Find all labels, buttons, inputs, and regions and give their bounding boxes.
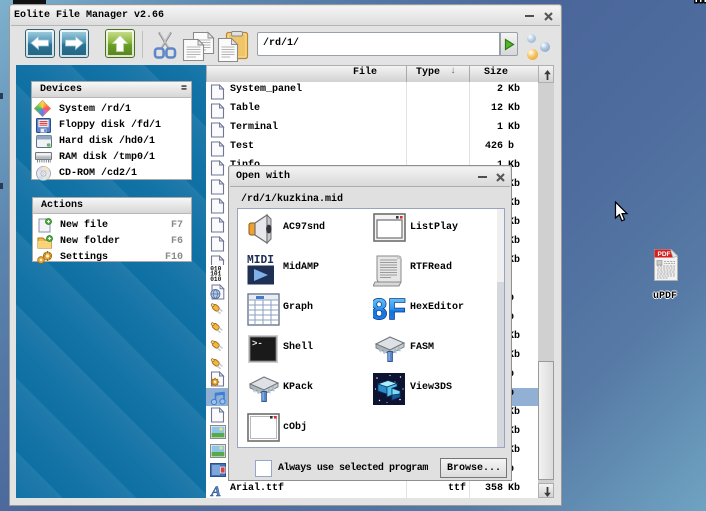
svg-text:F: F: [388, 294, 406, 323]
svg-text:MIDI: MIDI: [247, 254, 274, 267]
svg-text:A: A: [210, 484, 221, 498]
svg-text:8: 8: [373, 294, 387, 323]
svg-text:010: 010: [210, 276, 221, 281]
svg-text:PDF: PDF: [658, 251, 671, 258]
svg-text:>-: >-: [252, 339, 263, 349]
